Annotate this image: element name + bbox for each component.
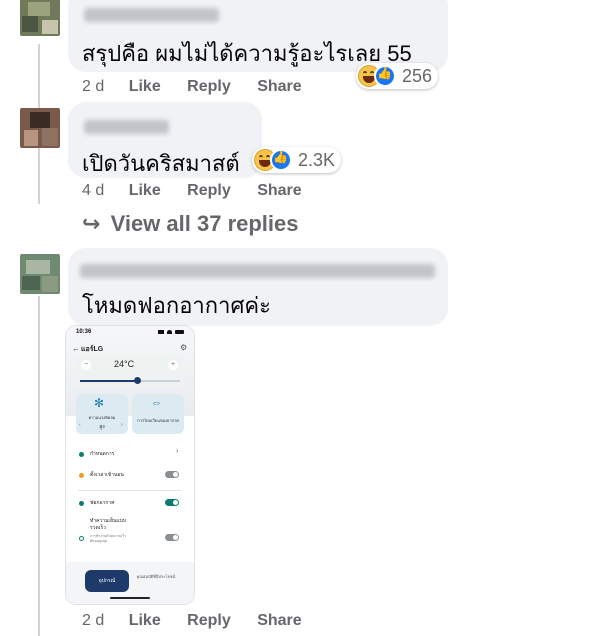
like-reaction-icon	[270, 149, 292, 171]
avatar[interactable]	[20, 0, 60, 36]
reaction-count: 2.3K	[298, 149, 336, 170]
divider	[78, 490, 182, 491]
schedule-chevron-icon[interactable]: ›	[176, 448, 178, 455]
temp-plus-button[interactable]: +	[168, 360, 178, 370]
commenter-name[interactable]	[84, 8, 219, 22]
app-title: แอร์LG	[81, 346, 104, 353]
temperature-slider-thumb[interactable]	[134, 377, 141, 384]
airflow-label: การไหลเวียนของอากาศ	[137, 418, 179, 423]
airflow-arrows-icon: ⇔	[151, 397, 162, 409]
reply-arrow-icon: ↪	[82, 211, 101, 236]
view-replies-label: View all 37 replies	[110, 211, 299, 236]
fast-cool-subtext: การทำงานด้วยความเร็วพัดลมสูงสุด	[90, 534, 127, 543]
back-arrow-icon[interactable]: ←	[72, 344, 80, 353]
status-icons	[158, 330, 184, 334]
sleep-timer-toggle[interactable]	[165, 471, 179, 478]
air-purify-icon	[79, 501, 84, 506]
comment-text: โหมดฟอกอากาศค่ะ	[82, 293, 271, 318]
fan-icon: ✻	[94, 396, 105, 410]
comment-bubble: โหมดฟอกอากาศค่ะ	[68, 248, 448, 326]
status-time: 10:36	[76, 329, 92, 335]
comment-actions: 4 d Like Reply Share	[82, 182, 302, 200]
fan-speed-value: สูง	[99, 424, 105, 430]
home-indicator	[110, 597, 150, 599]
thread-line	[38, 296, 40, 636]
timestamp[interactable]: 2 d	[82, 612, 104, 630]
comment-text: เปิดวันคริสมาสต์	[82, 151, 240, 176]
devices-tab[interactable]: อุปกรณ์	[85, 570, 129, 592]
temperature-value: 24°C	[114, 359, 135, 369]
comment-bubble: สรุปคือ ผมไม่ได้ความรู้อะไรเลย 55	[68, 0, 448, 72]
sleep-icon	[79, 473, 84, 478]
like-reaction-icon	[374, 65, 396, 87]
temp-minus-button[interactable]: −	[81, 360, 91, 370]
view-replies-link[interactable]: ↪ View all 37 replies	[82, 211, 299, 237]
schedule-row-label[interactable]: กำหนดการ	[90, 450, 114, 458]
attached-image[interactable]: 10:36 ← แอร์LG ⚙ − 24°C + ✻ ความแรงพัดลม…	[66, 326, 194, 604]
commenter-name[interactable]	[84, 120, 169, 134]
schedule-icon	[79, 452, 84, 457]
like-button[interactable]: Like	[129, 78, 161, 96]
fan-speed-right-chevron-icon[interactable]: ›	[121, 422, 123, 428]
fan-speed-label: ความแรงพัดลม	[88, 415, 116, 420]
air-purify-row-label[interactable]: ฟอกอากาศ	[90, 499, 114, 507]
air-purify-toggle[interactable]	[165, 499, 179, 506]
comment-actions: 2 d Like Reply Share	[82, 612, 302, 630]
comment-bubble: เปิดวันคริสมาสต์	[68, 102, 262, 178]
temperature-slider-fill	[80, 380, 138, 382]
sleep-timer-row-label[interactable]: ตั้งเวลาเข้านอน	[90, 471, 124, 479]
fast-cool-row-label[interactable]: ทำความเย็นแบบรวดเร็ว	[90, 518, 130, 532]
commenter-name[interactable]	[80, 264, 435, 278]
settings-gear-icon[interactable]: ⚙	[180, 343, 187, 352]
reply-button[interactable]: Reply	[187, 182, 231, 200]
reaction-summary[interactable]: 2.3K	[252, 147, 342, 173]
share-button[interactable]: Share	[257, 182, 301, 200]
avatar[interactable]	[20, 254, 60, 294]
timestamp[interactable]: 4 d	[82, 182, 104, 200]
share-button[interactable]: Share	[257, 78, 301, 96]
fast-cool-icon	[79, 536, 84, 541]
avatar[interactable]	[20, 108, 60, 148]
reply-button[interactable]: Reply	[187, 78, 231, 96]
timestamp[interactable]: 2 d	[82, 78, 104, 96]
tips-tab[interactable]: คุณสมบัติที่มีประโยชน์	[134, 570, 178, 592]
reaction-summary[interactable]: 256	[356, 63, 439, 89]
reaction-count: 256	[402, 65, 433, 86]
like-button[interactable]: Like	[129, 612, 161, 630]
reply-button[interactable]: Reply	[187, 612, 231, 630]
fan-speed-left-chevron-icon[interactable]: ‹	[79, 422, 81, 428]
like-button[interactable]: Like	[129, 182, 161, 200]
comment-actions: 2 d Like Reply Share	[82, 78, 302, 96]
share-button[interactable]: Share	[257, 612, 301, 630]
fast-cool-toggle[interactable]	[165, 534, 179, 541]
